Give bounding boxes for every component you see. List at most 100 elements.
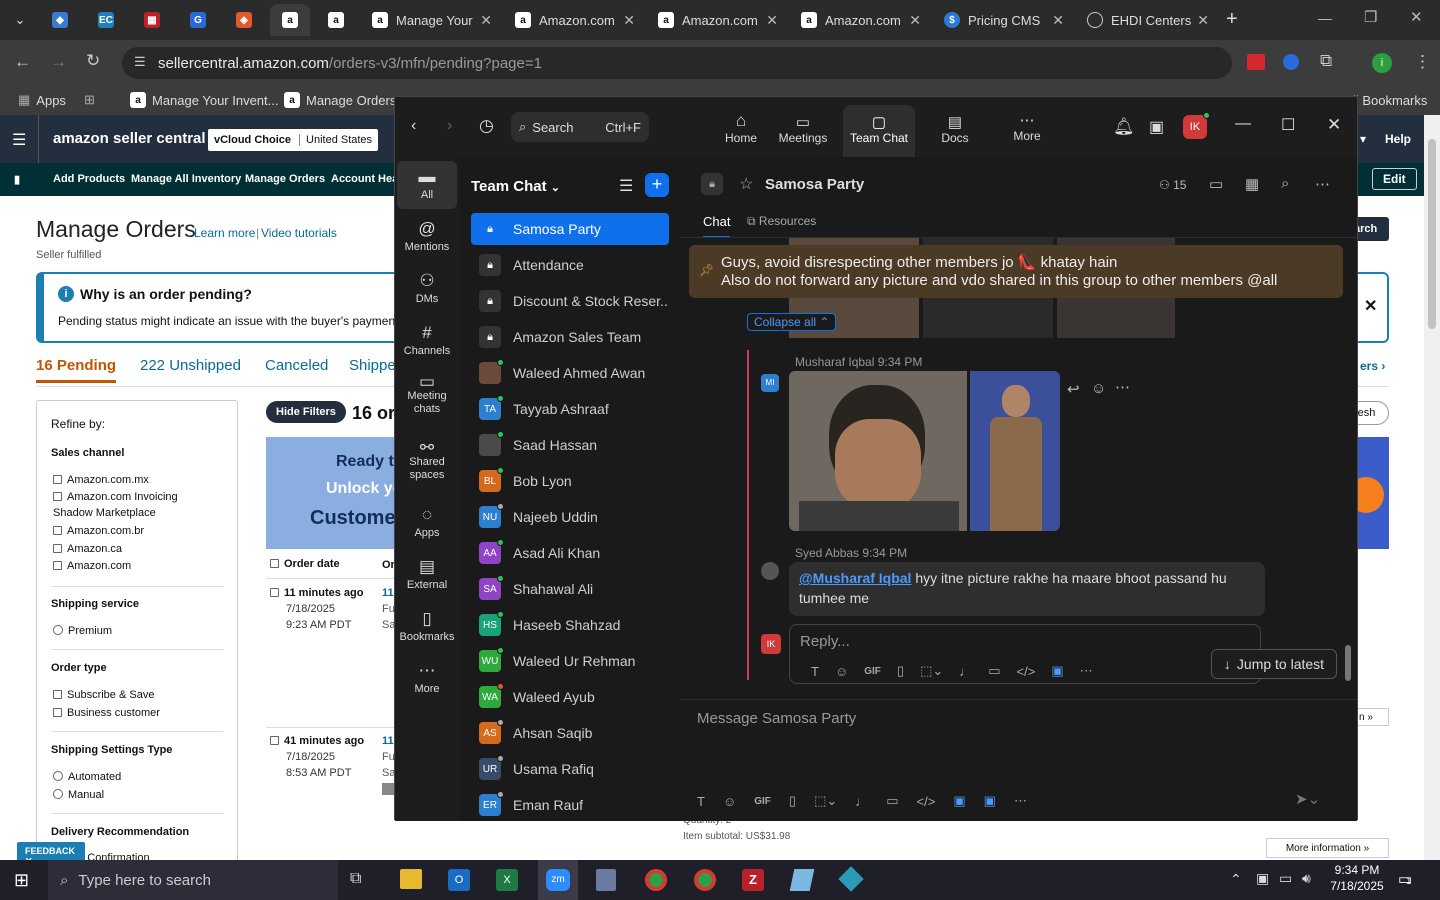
task-view-icon[interactable]: ⧉	[350, 870, 361, 888]
chat-scrollbar[interactable]	[1345, 239, 1351, 683]
radio[interactable]	[53, 771, 63, 781]
menu-icon[interactable]: ⋮	[1414, 52, 1431, 72]
zoom-search[interactable]: ⌕ Search Ctrl+F	[511, 112, 649, 142]
outlook-icon[interactable]: O	[448, 869, 470, 891]
rail-dms[interactable]: ⚇ DMs	[397, 271, 457, 305]
scroll-thumb[interactable]	[1345, 645, 1351, 681]
restore-icon[interactable]: ❐	[1364, 8, 1377, 26]
chat-title[interactable]: Samosa Party	[765, 176, 864, 193]
hamburger-icon[interactable]: ☰	[12, 130, 26, 150]
photo-attachment[interactable]	[970, 371, 1060, 531]
checkbox[interactable]	[53, 492, 62, 501]
send-icon[interactable]: ➤⌄	[1295, 790, 1320, 808]
channel-item[interactable]: WU Waleed Ur Rehman	[471, 645, 669, 677]
nav-more[interactable]: ⋯ More	[987, 97, 1067, 157]
rail-apps[interactable]: ◌ Apps	[397, 505, 457, 539]
order-id-link[interactable]: 11	[382, 587, 394, 599]
extension-icon[interactable]	[1283, 54, 1299, 70]
filter-checkbox[interactable]: Amazon.com	[53, 560, 131, 572]
pinned-tab[interactable]: G	[178, 4, 218, 36]
back-icon[interactable]: ←	[14, 52, 31, 72]
clock[interactable]: 9:34 PM 7/18/2025	[1330, 863, 1384, 893]
pinned-tab[interactable]: ◆	[40, 4, 80, 36]
channel-item[interactable]: Waleed Ahmed Awan	[471, 357, 669, 389]
pinned-message[interactable]: 📌︎ Guys, avoid disrespecting other membe…	[689, 245, 1343, 298]
tab-search-button[interactable]: ⌄	[2, 4, 38, 36]
jump-to-latest-button[interactable]: ↓ Jump to latest	[1211, 649, 1337, 679]
video-clip-icon[interactable]: ▭	[988, 663, 1000, 679]
reply-input[interactable]: Reply...	[800, 633, 850, 650]
collapse-all-button[interactable]: Collapse all ⌃	[747, 313, 837, 331]
nav-add-products[interactable]: Add Products	[53, 173, 125, 185]
dropdown-icon[interactable]: ▾	[1360, 132, 1366, 146]
column-header[interactable]: Order date	[270, 558, 340, 570]
rail-more[interactable]: ⋯ More	[397, 661, 457, 695]
author-avatar[interactable]: MI	[761, 374, 779, 392]
browser-tab[interactable]: $ Pricing CMS ✕	[934, 4, 1074, 36]
rail-all[interactable]: ▬ All	[397, 161, 457, 209]
filter-icon[interactable]: ☰	[619, 176, 633, 196]
app-icon[interactable]	[838, 866, 864, 892]
bookmark-icon[interactable]: ▮	[14, 173, 20, 186]
checkbox[interactable]	[53, 561, 62, 570]
browser-tab[interactable]: a Amazon.com ✕	[648, 4, 788, 36]
minimize-icon[interactable]: —	[1318, 10, 1332, 26]
taskbar-search[interactable]: ⌕ Type here to search	[48, 860, 338, 900]
member-count[interactable]: ⚇ 15	[1159, 178, 1186, 192]
reply-icon[interactable]: ↩	[1067, 380, 1080, 398]
checkbox[interactable]	[53, 544, 62, 553]
close-icon[interactable]: ✕	[903, 12, 921, 29]
filter-checkbox[interactable]: Amazon.com.br	[53, 525, 144, 537]
back-icon[interactable]: ‹	[411, 117, 416, 135]
channel-item[interactable]: 🔒︎ Attendance	[471, 249, 669, 281]
bell-icon[interactable]: 🔔︎	[1113, 117, 1135, 137]
nav-team-chat[interactable]: ▢ Team Chat	[843, 105, 915, 157]
checkbox[interactable]	[270, 588, 279, 597]
more-icon[interactable]: ⋯	[1080, 663, 1093, 679]
chrome-icon[interactable]	[694, 869, 716, 891]
puzzle-icon[interactable]: ⧉	[1320, 51, 1332, 71]
app-icon[interactable]: ▣	[953, 793, 965, 809]
channel-item[interactable]: Saad Hassan	[471, 429, 669, 461]
rail-meeting-chats[interactable]: ▭ Meeting chats	[397, 373, 457, 416]
address-bar[interactable]: ☰ sellercentral.amazon.com/orders-v3/mfn…	[122, 47, 1232, 79]
gif-button[interactable]: GIF	[864, 666, 881, 677]
photo-attachment[interactable]	[789, 371, 967, 531]
emoji-icon[interactable]: ☺	[723, 794, 736, 809]
checkbox[interactable]	[53, 708, 62, 717]
tab-chat[interactable]: Chat	[703, 214, 731, 238]
close-icon[interactable]: ✕	[617, 12, 635, 29]
chevron-up-icon[interactable]: ⌃	[1230, 871, 1242, 888]
list-title[interactable]: Team Chat ⌄	[471, 178, 560, 195]
video-clip-icon[interactable]: ▭	[886, 793, 898, 809]
search-icon[interactable]: ⌕	[1281, 175, 1289, 192]
tray-icon[interactable]: ▣	[1256, 870, 1269, 887]
pinned-tab[interactable]: a	[270, 4, 310, 36]
store-selector[interactable]: vCloud Choice United States	[208, 129, 379, 151]
feedback-button[interactable]: FEEDBACK ✕	[17, 842, 85, 866]
extension-icon[interactable]	[1247, 54, 1265, 70]
rail-channels[interactable]: # Channels	[397, 323, 457, 357]
mic-icon[interactable]: ♩	[959, 664, 972, 679]
tab-shipped[interactable]: Shippe	[349, 357, 396, 374]
minimize-icon[interactable]: —	[1235, 115, 1251, 133]
hide-filters-button[interactable]: Hide Filters	[266, 401, 346, 423]
checkbox[interactable]	[53, 690, 62, 699]
calculator-icon[interactable]	[596, 869, 616, 891]
pinned-tab[interactable]: ◈	[224, 4, 264, 36]
emoji-icon[interactable]: ☺	[835, 664, 848, 679]
code-icon[interactable]: </>	[917, 794, 936, 809]
order-row[interactable]: 11 minutes ago	[270, 587, 363, 599]
channel-item[interactable]: BL Bob Lyon	[471, 465, 669, 497]
forward-icon[interactable]: ›	[447, 117, 452, 135]
gif-button[interactable]: GIF	[754, 796, 771, 807]
page-scrollbar[interactable]	[1424, 115, 1440, 860]
pinned-tab[interactable]: a	[316, 4, 356, 36]
code-icon[interactable]: </>	[1017, 664, 1036, 679]
more-icon[interactable]: ⋯	[1115, 378, 1130, 396]
learn-more-link[interactable]: Learn more	[194, 226, 255, 240]
channel-item[interactable]: NU Najeeb Uddin	[471, 501, 669, 533]
filter-checkbox[interactable]: Amazon.ca	[53, 543, 122, 555]
filter-radio[interactable]: Premium	[53, 625, 112, 637]
filter-checkbox[interactable]: Amazon.com.mx	[53, 474, 149, 486]
